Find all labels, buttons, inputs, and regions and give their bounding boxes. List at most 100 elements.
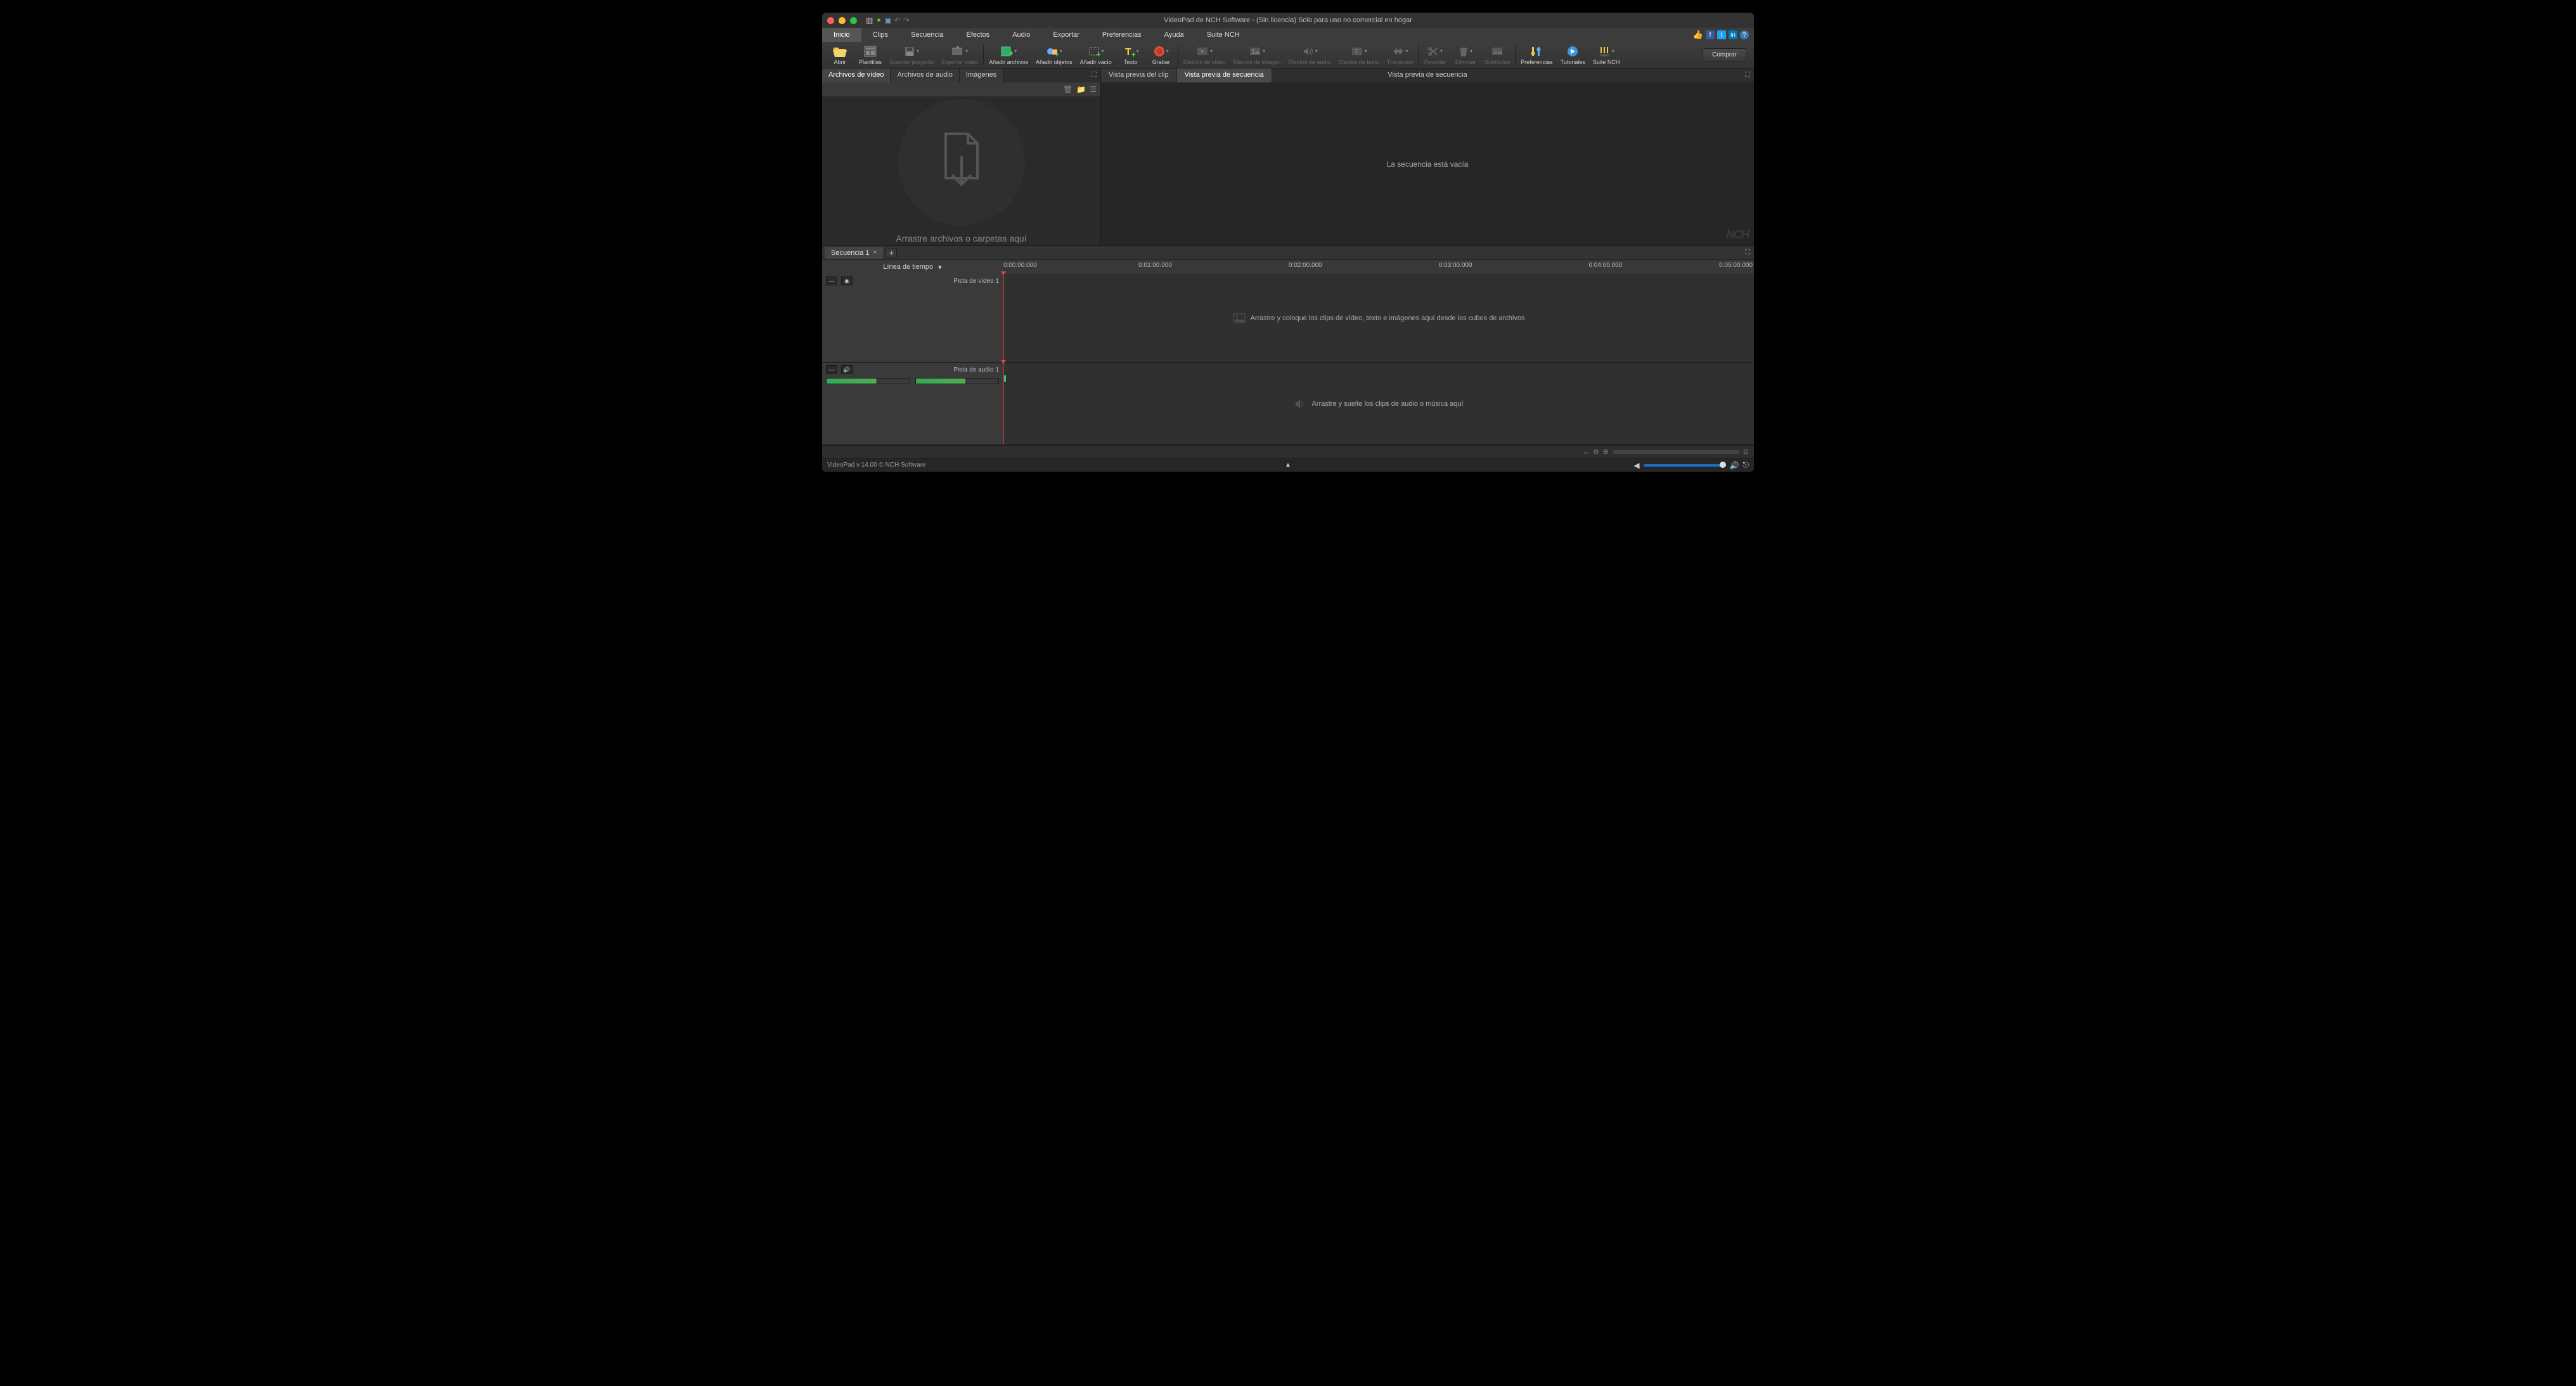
volume-icon[interactable]: 🔊 xyxy=(1730,461,1739,470)
add-files-button[interactable]: +▾ Añadir archivos xyxy=(985,44,1032,67)
mixer-icon[interactable]: ⎋ xyxy=(1743,460,1749,470)
minimize-window-button[interactable] xyxy=(839,17,846,24)
bin-add-folder-icon[interactable]: 📁 xyxy=(1076,85,1086,94)
suite-nch-button[interactable]: ▾ Suite NCH xyxy=(1589,44,1624,67)
svg-text:+: + xyxy=(1097,50,1100,57)
sequence-expand-icon[interactable]: ⛶ xyxy=(1741,249,1754,257)
sequence-close-icon[interactable]: × xyxy=(873,249,877,256)
timeline-mode-selector[interactable]: Línea de tiempo ▾ xyxy=(822,260,1003,274)
bin-tab-video[interactable]: Archivos de vídeo xyxy=(822,68,891,82)
bin-tab-audio[interactable]: Archivos de audio xyxy=(891,68,959,82)
buy-button[interactable]: Comprar xyxy=(1703,48,1746,62)
trim-button[interactable]: ▾ Recortar xyxy=(1420,44,1450,67)
text-effects-button[interactable]: T▾ Efectos de texto xyxy=(1334,44,1383,67)
menu-secuencia[interactable]: Secuencia xyxy=(899,28,955,42)
ruler-stamp: 0:03:00.000 xyxy=(1439,262,1472,269)
bin-tab-images[interactable]: Imágenes xyxy=(960,68,1003,82)
collapse-track-button[interactable]: — xyxy=(826,365,837,374)
undo-icon[interactable]: ↶ xyxy=(894,16,901,25)
sequence-tab-1[interactable]: Secuencia 1 × xyxy=(825,247,883,259)
redo-icon[interactable]: ↷ xyxy=(903,16,910,25)
maximize-window-button[interactable] xyxy=(850,17,857,24)
svg-text:T: T xyxy=(1355,49,1358,56)
zoom-out-icon[interactable]: ⊖ xyxy=(1593,448,1599,456)
menu-suite-nch[interactable]: Suite NCH xyxy=(1195,28,1251,42)
transition-button[interactable]: ▾ Transición xyxy=(1383,44,1417,67)
facebook-icon[interactable]: f xyxy=(1706,30,1715,39)
bin-list-view-icon[interactable]: ☰ xyxy=(1090,85,1097,94)
menu-audio[interactable]: Audio xyxy=(1001,28,1041,42)
linkedin-icon[interactable]: in xyxy=(1729,30,1737,39)
ruler-stamp: 0:05:00.000 xyxy=(1719,262,1753,269)
menu-clips[interactable]: Clips xyxy=(861,28,899,42)
record-icon: ▾ xyxy=(1154,45,1169,58)
audio-meter-r xyxy=(915,378,1000,384)
help-icon[interactable]: ? xyxy=(1740,30,1749,39)
preview-tab-sequence[interactable]: Vista previa de secuencia xyxy=(1177,68,1272,82)
bins-expand-icon[interactable]: ⛶ xyxy=(1088,68,1100,82)
zoom-slider[interactable] xyxy=(1613,450,1739,454)
preview-tab-clip[interactable]: Vista previa del clip xyxy=(1101,68,1177,82)
save-project-button[interactable]: ▾ Guardar proyecto xyxy=(886,44,937,67)
collapse-track-button[interactable]: — xyxy=(826,276,837,285)
menu-exportar[interactable]: Exportar xyxy=(1041,28,1091,42)
menu-preferencias[interactable]: Preferencias xyxy=(1091,28,1153,42)
preview-expand-icon[interactable]: ⛶ xyxy=(1741,68,1754,82)
quick-icon-save[interactable]: ▣ xyxy=(884,16,891,25)
quick-icon-2[interactable]: ✦ xyxy=(875,16,882,25)
video-track-body[interactable]: Arrastre y coloque los clips de vídeo, t… xyxy=(1003,274,1754,362)
svg-text:+: + xyxy=(1055,50,1059,57)
delete-button[interactable]: ▾ Eliminar xyxy=(1450,44,1481,67)
menu-inicio[interactable]: Inicio xyxy=(822,28,861,42)
tutorials-icon xyxy=(1566,45,1579,58)
open-button[interactable]: Abrir xyxy=(825,44,855,67)
templates-button[interactable]: Plantillas xyxy=(855,44,886,67)
sequence-tabs: Secuencia 1 × + ⛶ xyxy=(822,246,1754,260)
zoom-in-icon[interactable]: ⊕ xyxy=(1603,448,1609,456)
add-blank-button[interactable]: +▾ Añadir vacío xyxy=(1076,44,1116,67)
tutorials-button[interactable]: Tutoriales xyxy=(1557,44,1589,67)
drop-circle xyxy=(898,99,1025,226)
zoom-reset-icon[interactable]: ⊙ xyxy=(1743,448,1749,456)
playhead[interactable] xyxy=(1003,274,1004,362)
video-track-header: — ◉ Pista de vídeo 1 xyxy=(822,274,1003,362)
playhead[interactable] xyxy=(1003,363,1004,444)
text-button[interactable]: T+▾ Texto xyxy=(1116,44,1146,67)
add-files-icon: +▾ xyxy=(1000,45,1017,58)
volume-slider[interactable] xyxy=(1644,464,1726,467)
track-mute-button[interactable]: 🔊 xyxy=(841,365,853,374)
timeline-ruler[interactable]: 0:00:00.000 0:01:00.000 0:02:00.000 0:03… xyxy=(1003,260,1754,274)
bins-drop-area[interactable]: Arrastre archivos o carpetas aquí xyxy=(822,96,1100,245)
like-icon[interactable]: 👍 xyxy=(1693,30,1703,40)
drop-hint-text: Arrastre archivos o carpetas aquí xyxy=(896,233,1026,243)
export-video-button[interactable]: ▾ Exportar video xyxy=(937,44,982,67)
video-effects-button[interactable]: ▾ Efectos de vídeo xyxy=(1180,44,1230,67)
subtitles-icon: SUB xyxy=(1491,45,1504,58)
audio-meters xyxy=(826,378,999,384)
add-objects-button[interactable]: +▾ Añadir objetos xyxy=(1032,44,1076,67)
audio-effects-button[interactable]: ▾ Efectos de audio xyxy=(1284,44,1334,67)
track-visibility-button[interactable]: ◉ xyxy=(841,276,853,285)
fit-width-icon[interactable]: ↔ xyxy=(1582,448,1589,456)
sequence-add-button[interactable]: + xyxy=(886,248,897,258)
menu-efectos[interactable]: Efectos xyxy=(955,28,1001,42)
twitter-icon[interactable]: t xyxy=(1717,30,1726,39)
expand-up-icon[interactable]: ▲ xyxy=(1285,462,1291,469)
preferences-button[interactable]: Preferencias xyxy=(1517,44,1557,67)
titlebar-quick-icons: ▥ ✦ ▣ ↶ ↷ xyxy=(866,16,910,25)
image-effects-icon: ▾ xyxy=(1249,45,1265,58)
ruler-stamp: 0:02:00.000 xyxy=(1289,262,1322,269)
record-button[interactable]: ▾ Grabar xyxy=(1146,44,1176,67)
bin-delete-icon[interactable]: 🗑 xyxy=(1063,85,1072,94)
image-effects-button[interactable]: ▾ Efectos de imagen xyxy=(1230,44,1285,67)
quick-icon-1[interactable]: ▥ xyxy=(866,16,873,25)
close-window-button[interactable] xyxy=(827,17,834,24)
mute-icon[interactable]: ◀ xyxy=(1633,461,1639,470)
preview-tabs: Vista previa del clip Vista previa de se… xyxy=(1101,68,1754,82)
audio-track-body[interactable]: Arrastre y suelte los clips de audio o m… xyxy=(1003,363,1754,444)
menu-ayuda[interactable]: Ayuda xyxy=(1153,28,1195,42)
video-track-name: Pista de vídeo 1 xyxy=(953,278,999,285)
subtitles-button[interactable]: SUB Subtítulos xyxy=(1481,44,1514,67)
volume-knob[interactable] xyxy=(1720,462,1726,468)
chevron-down-icon: ▾ xyxy=(938,263,942,271)
